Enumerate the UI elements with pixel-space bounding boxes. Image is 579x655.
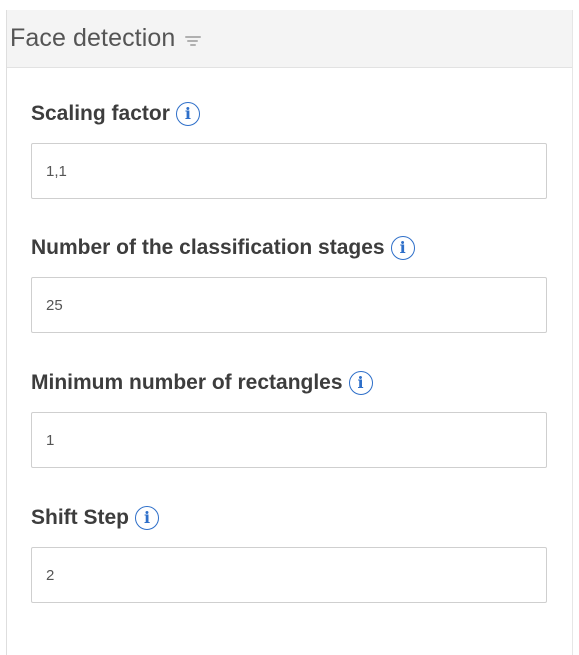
field-shift-step: Shift Step i xyxy=(31,503,547,603)
field-label-row: Scaling factor i xyxy=(31,99,547,129)
panel-title: Face detection xyxy=(10,24,176,52)
field-label: Shift Step xyxy=(31,506,129,529)
info-icon[interactable]: i xyxy=(348,371,373,395)
field-label-row: Shift Step i xyxy=(31,503,547,533)
field-label: Minimum number of rectangles xyxy=(31,371,343,394)
field-label-row: Minimum number of rectangles i xyxy=(31,368,547,398)
shift-step-input[interactable] xyxy=(31,547,547,603)
field-label-row: Number of the classification stages i xyxy=(31,233,547,263)
field-label: Scaling factor xyxy=(31,102,170,125)
field-label: Number of the classification stages xyxy=(31,236,385,259)
collapse-menu-icon[interactable] xyxy=(185,35,202,46)
field-minimum-rectangles: Minimum number of rectangles i xyxy=(31,368,547,468)
info-icon[interactable]: i xyxy=(175,102,200,126)
field-scaling-factor: Scaling factor i xyxy=(31,99,547,199)
scaling-factor-input[interactable] xyxy=(31,143,547,199)
panel-header[interactable]: Face detection xyxy=(7,10,572,68)
field-classification-stages: Number of the classification stages i xyxy=(31,233,547,333)
info-icon[interactable]: i xyxy=(390,236,415,260)
minimum-rectangles-input[interactable] xyxy=(31,412,547,468)
classification-stages-input[interactable] xyxy=(31,277,547,333)
info-icon[interactable]: i xyxy=(135,506,159,530)
